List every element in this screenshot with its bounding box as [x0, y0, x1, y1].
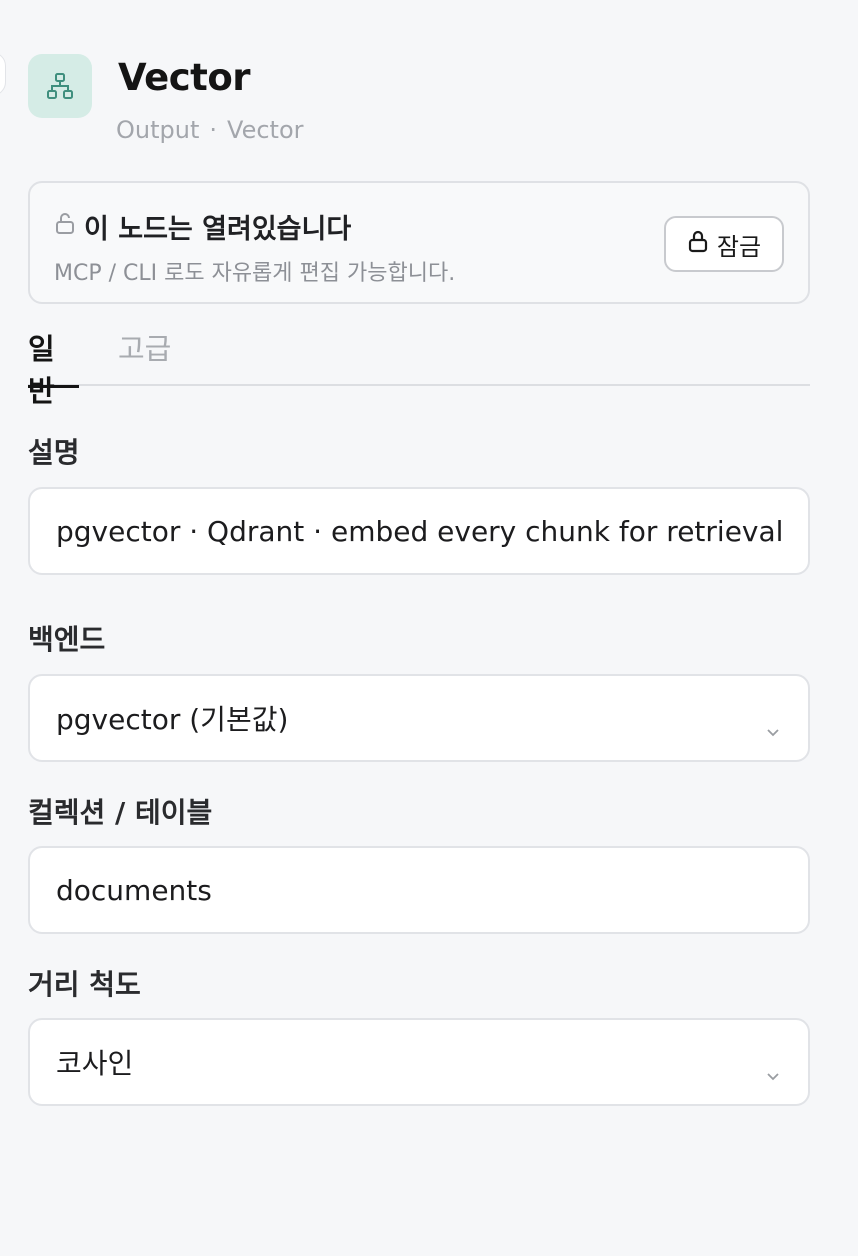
description-label: 설명: [28, 436, 80, 469]
backend-select[interactable]: pgvector (기본값): [28, 674, 810, 762]
backend-label: 백엔드: [28, 623, 106, 656]
node-subtitle: Output · Vector: [116, 116, 304, 144]
lock-status-title: 이 노드는 열려있습니다: [54, 207, 351, 246]
distance-metric-label: 거리 척도: [28, 968, 141, 1001]
lock-status-card: 이 노드는 열려있습니다 MCP / CLI 로도 자유롭게 편집 가능합니다.…: [28, 181, 810, 304]
node-title: Vector: [118, 56, 251, 99]
collection-value: documents: [56, 873, 212, 907]
chevron-down-icon: [766, 712, 780, 745]
hierarchy-icon: [28, 54, 92, 118]
collection-label: 컬렉션 / 테이블: [28, 796, 213, 829]
lock-status-description: MCP / CLI 로도 자유롭게 편집 가능합니다.: [54, 261, 456, 286]
unlock-icon: [54, 211, 76, 242]
lock-status-text: 이 노드는 열려있습니다: [84, 214, 352, 245]
lock-button[interactable]: 잠금: [664, 216, 784, 272]
tab-advanced[interactable]: 고급: [118, 326, 171, 388]
backend-value: pgvector (기본값): [56, 703, 289, 736]
subtitle-separator: ·: [209, 116, 218, 144]
node-header: Vector Output · Vector: [28, 54, 810, 146]
distance-metric-value: 코사인: [56, 1047, 134, 1080]
lock-icon: [687, 229, 709, 259]
tab-general[interactable]: 일반: [28, 326, 79, 408]
collection-input[interactable]: documents: [28, 846, 810, 934]
distance-metric-select[interactable]: 코사인: [28, 1018, 810, 1106]
panel-edge-handle[interactable]: [0, 52, 6, 96]
node-type: Vector: [227, 116, 304, 144]
description-value: pgvector · Qdrant · embed every chunk fo…: [56, 514, 784, 548]
tab-bar: 일반 고급: [28, 322, 810, 408]
node-category: Output: [116, 116, 200, 144]
chevron-down-icon: [766, 1056, 780, 1089]
lock-button-label: 잠금: [716, 232, 762, 261]
description-input[interactable]: pgvector · Qdrant · embed every chunk fo…: [28, 487, 810, 575]
